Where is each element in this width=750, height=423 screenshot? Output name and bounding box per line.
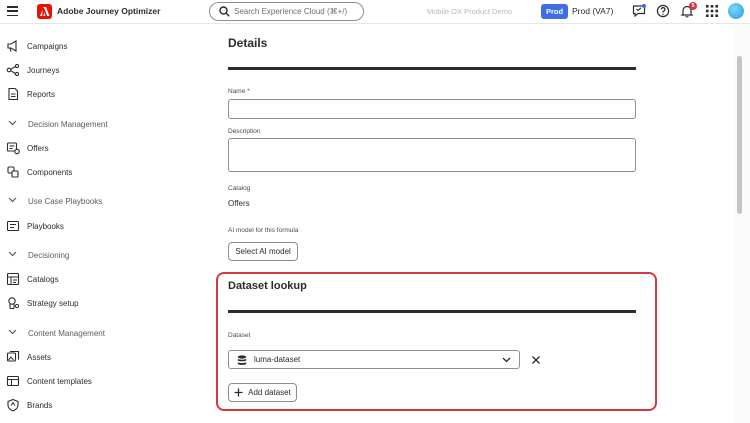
- catalogs-icon: [6, 272, 20, 286]
- help-icon[interactable]: [656, 4, 670, 18]
- env-badge[interactable]: Prod: [541, 4, 568, 19]
- journeys-icon: [6, 63, 20, 77]
- app-title[interactable]: Adobe Journey Optimizer: [57, 6, 160, 16]
- nav-item-brands[interactable]: Brands: [0, 395, 200, 415]
- search-icon: [219, 6, 230, 17]
- nav-group-label: Decision Management: [28, 119, 108, 129]
- nav-item-label: Strategy setup: [27, 298, 79, 308]
- org-name[interactable]: Mobile OX Product Demo: [427, 7, 512, 16]
- nav-item-components[interactable]: Components: [0, 162, 200, 182]
- nav-item-label: Content templates: [27, 376, 92, 386]
- nav-item-label: Journeys: [27, 65, 60, 75]
- catalog-value: Offers: [228, 199, 250, 208]
- notification-count-badge: 5: [689, 2, 697, 10]
- nav-group-label: Content Management: [28, 328, 105, 338]
- reports-icon: [8, 87, 19, 101]
- offers-icon: [6, 142, 20, 155]
- nav-item-strategy-setup[interactable]: Strategy setup: [0, 293, 200, 313]
- nav-item-campaigns[interactable]: Campaigns: [0, 36, 200, 56]
- catalog-field-label: Catalog: [228, 185, 251, 192]
- components-icon: [7, 166, 19, 178]
- assets-icon: [6, 350, 20, 362]
- left-nav: Campaigns Journeys Reports Decision Mana…: [0, 24, 200, 423]
- nav-item-label: Playbooks: [27, 221, 64, 231]
- search-input[interactable]: [234, 5, 359, 18]
- nav-group-content-management[interactable]: Content Management: [0, 323, 200, 343]
- nav-item-catalogs[interactable]: Catalogs: [0, 269, 200, 289]
- nav-item-label: Components: [27, 167, 73, 177]
- chevron-down-icon: [8, 329, 17, 335]
- top-bar: Adobe Journey Optimizer Mobile OX Produc…: [0, 0, 750, 24]
- chevron-down-icon: [8, 251, 17, 257]
- nav-group-decisioning[interactable]: Decisioning: [0, 245, 200, 265]
- description-textarea[interactable]: [228, 138, 636, 172]
- select-ai-model-button[interactable]: Select AI model: [228, 242, 298, 261]
- details-heading: Details: [228, 36, 268, 50]
- nav-group-use-case-playbooks[interactable]: Use Case Playbooks: [0, 191, 200, 211]
- section-divider: [228, 67, 636, 70]
- nav-item-offers[interactable]: Offers: [0, 138, 200, 158]
- brands-icon: [7, 398, 19, 412]
- feedback-icon[interactable]: [632, 4, 646, 18]
- user-avatar[interactable]: [728, 3, 744, 19]
- dataset-lookup-highlight: [216, 272, 657, 411]
- strategy-icon: [8, 297, 20, 310]
- nav-item-label: Campaigns: [27, 41, 68, 51]
- nav-group-decision-management[interactable]: Decision Management: [0, 114, 200, 134]
- hamburger-menu-icon[interactable]: [7, 6, 18, 16]
- nav-item-content-templates[interactable]: Content templates: [0, 371, 200, 391]
- search-box[interactable]: [209, 2, 364, 21]
- nav-item-journeys[interactable]: Journeys: [0, 60, 200, 80]
- description-field-label: Description: [228, 128, 261, 135]
- name-input[interactable]: [228, 99, 636, 119]
- campaigns-icon: [7, 40, 17, 52]
- nav-item-playbooks[interactable]: Playbooks: [0, 216, 200, 236]
- nav-item-label: Brands: [27, 400, 53, 410]
- chevron-down-icon: [8, 120, 17, 126]
- nav-item-label: Catalogs: [27, 274, 59, 284]
- scrollbar-thumb[interactable]: [737, 56, 742, 214]
- app-switcher-grid-icon[interactable]: [705, 4, 719, 18]
- sandbox-switcher[interactable]: Prod (VA7): [572, 6, 613, 16]
- name-field-label: Name *: [228, 88, 250, 95]
- nav-item-reports[interactable]: Reports: [0, 84, 200, 104]
- chevron-down-icon: [8, 197, 17, 203]
- playbooks-icon: [6, 220, 20, 232]
- adobe-logo-icon[interactable]: [37, 4, 52, 19]
- nav-item-label: Assets: [27, 352, 52, 362]
- nav-group-label: Decisioning: [28, 250, 70, 260]
- content-templates-icon: [6, 375, 20, 387]
- required-asterisk: *: [247, 88, 250, 95]
- ai-model-field-label: AI model for this formula: [228, 227, 299, 234]
- nav-item-label: Offers: [27, 143, 49, 153]
- nav-item-label: Reports: [27, 89, 56, 99]
- nav-item-assets[interactable]: Assets: [0, 347, 200, 367]
- nav-group-label: Use Case Playbooks: [28, 196, 103, 206]
